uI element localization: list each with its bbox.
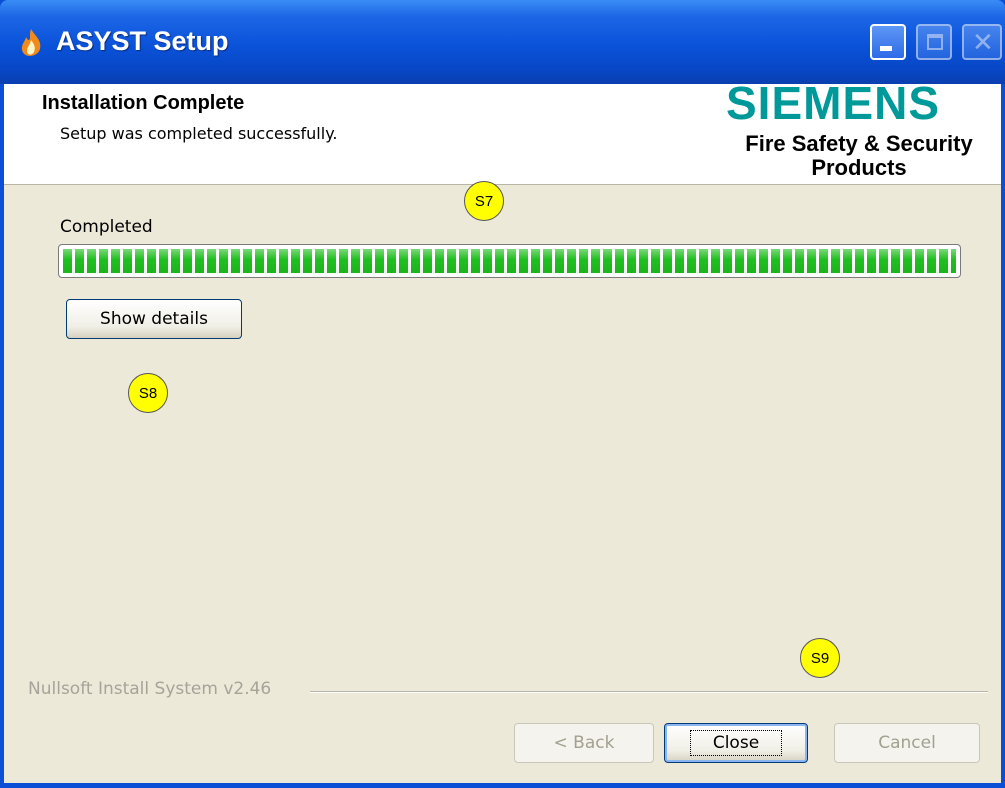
installer-branding: Nullsoft Install System v2.46 bbox=[28, 679, 272, 699]
progress-label: Completed bbox=[60, 217, 153, 237]
close-window-button[interactable]: ✕ bbox=[962, 24, 1002, 60]
back-button[interactable]: < Back bbox=[514, 723, 654, 763]
minimize-icon bbox=[880, 46, 892, 51]
content-area: Completed Show details Nullsoft Install … bbox=[4, 185, 1001, 783]
close-label: Close bbox=[689, 730, 783, 756]
page-title: Installation Complete bbox=[42, 92, 245, 114]
flame-icon bbox=[21, 29, 41, 56]
progress-fill bbox=[63, 249, 956, 273]
minimize-button[interactable] bbox=[870, 24, 906, 60]
back-label: < Back bbox=[553, 733, 615, 753]
brand-tagline: Fire Safety & Security Products bbox=[745, 131, 973, 180]
window-title: ASYST Setup bbox=[56, 26, 229, 56]
cancel-button[interactable]: Cancel bbox=[834, 723, 980, 763]
window-frame-bottom bbox=[0, 783, 1005, 788]
progress-bar bbox=[58, 244, 961, 278]
header-panel: Installation Complete Setup was complete… bbox=[4, 77, 1001, 185]
maximize-button[interactable] bbox=[916, 24, 952, 60]
show-details-label: Show details bbox=[100, 309, 208, 329]
callout-s8: S8 bbox=[128, 373, 168, 413]
title-bar[interactable]: ASYST Setup ✕ bbox=[0, 0, 1005, 84]
setup-window: ASYST Setup ✕ Installation Complete Setu… bbox=[0, 0, 1005, 788]
callout-s7: S7 bbox=[464, 181, 504, 221]
maximize-icon bbox=[927, 34, 943, 50]
cancel-label: Cancel bbox=[878, 733, 936, 753]
window-frame-right bbox=[1001, 84, 1005, 788]
close-button[interactable]: Close bbox=[664, 723, 808, 763]
page-subtitle: Setup was completed successfully. bbox=[60, 124, 338, 143]
siemens-logo: SIEMENS bbox=[726, 77, 941, 129]
footer-divider bbox=[310, 691, 988, 693]
close-icon: ✕ bbox=[972, 28, 994, 58]
callout-s9: S9 bbox=[800, 638, 840, 678]
show-details-button[interactable]: Show details bbox=[66, 299, 242, 339]
